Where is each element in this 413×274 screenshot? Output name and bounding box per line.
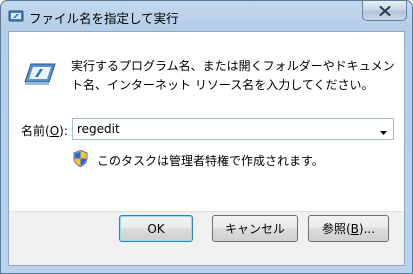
dropdown-button[interactable] bbox=[375, 120, 391, 138]
title-bar[interactable]: ファイル名を指定して実行 bbox=[1, 1, 412, 31]
ok-button-label: OK bbox=[147, 221, 165, 236]
cancel-button-label: キャンセル bbox=[224, 222, 285, 236]
browse-button[interactable]: 参照(B)... bbox=[308, 215, 389, 242]
browse-label-suffix: )... bbox=[358, 222, 376, 236]
name-label-accesskey: O bbox=[49, 124, 60, 138]
name-label-suffix: ): bbox=[59, 124, 68, 138]
browse-label-prefix: 参照( bbox=[321, 222, 351, 236]
name-label: 名前(O): bbox=[21, 122, 68, 139]
chevron-down-icon bbox=[379, 120, 387, 139]
program-name-combobox[interactable]: regedit bbox=[72, 118, 394, 140]
close-icon bbox=[379, 1, 391, 20]
run-icon bbox=[8, 8, 24, 24]
run-dialog-window: ファイル名を指定して実行 実行するプログラム名、または開くフォルダーやドキュメン… bbox=[0, 0, 413, 274]
uac-shield-icon bbox=[73, 149, 88, 168]
browse-label-accesskey: B bbox=[350, 222, 359, 236]
program-name-input[interactable]: regedit bbox=[77, 122, 120, 136]
close-button[interactable] bbox=[362, 1, 407, 21]
cancel-button[interactable]: キャンセル bbox=[212, 215, 298, 242]
run-icon bbox=[23, 60, 57, 88]
window-title: ファイル名を指定して実行 bbox=[29, 11, 179, 26]
admin-privilege-note: このタスクは管理者特権で作成されます。 bbox=[97, 154, 324, 168]
name-label-prefix: 名前( bbox=[21, 124, 50, 138]
description-text: 実行するプログラム名、または開くフォルダーやドキュメント名、インターネット リソ… bbox=[71, 59, 395, 92]
ok-button[interactable]: OK bbox=[119, 215, 193, 242]
browse-button-label: 参照(B)... bbox=[322, 220, 375, 237]
